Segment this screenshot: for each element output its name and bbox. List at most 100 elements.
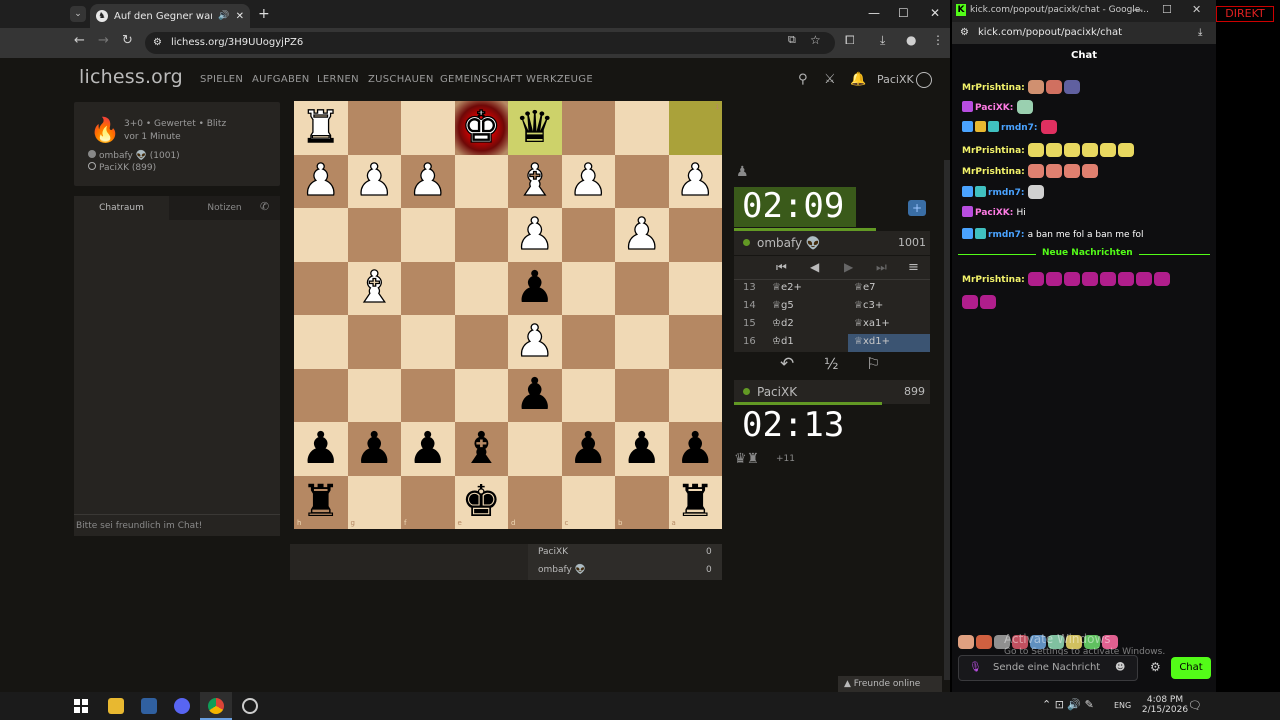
board-square[interactable]: [347, 208, 401, 262]
my-name[interactable]: PaciXK: [757, 385, 797, 399]
board-square[interactable]: [294, 315, 348, 369]
board-square[interactable]: [454, 208, 508, 262]
board-square[interactable]: [615, 261, 669, 315]
board-square[interactable]: ♜: [294, 475, 348, 529]
resign-flag-icon[interactable]: ⚐: [866, 354, 880, 373]
move-black[interactable]: ♕xa1+: [854, 318, 890, 329]
discord-icon[interactable]: [174, 698, 190, 714]
board-square[interactable]: [347, 101, 401, 155]
chat-send-input[interactable]: 🎙 Sende eine Nachricht ☻: [958, 655, 1138, 681]
bell-icon[interactable]: 🔔: [850, 72, 866, 87]
chat-username[interactable]: PaciXK:: [975, 103, 1017, 113]
chat-username[interactable]: rmdn7:: [1001, 123, 1041, 133]
reload-icon[interactable]: ↻: [122, 33, 133, 48]
black-pawn-icon[interactable]: ♟: [569, 426, 608, 471]
phone-icon[interactable]: ✆: [260, 200, 269, 213]
board-square[interactable]: ♝: [454, 422, 508, 476]
board-square[interactable]: ♟: [401, 422, 455, 476]
white-bishop-icon[interactable]: ♝: [514, 158, 555, 203]
board-square[interactable]: [347, 315, 401, 369]
board-square[interactable]: [454, 368, 508, 422]
board-square[interactable]: ♚: [454, 101, 508, 155]
board-square[interactable]: ♛: [508, 101, 562, 155]
board-square[interactable]: [668, 368, 722, 422]
board-square[interactable]: [668, 261, 722, 315]
board-square[interactable]: ♚: [454, 475, 508, 529]
chat-username[interactable]: PaciXK:: [975, 208, 1017, 218]
forward-arrow-icon[interactable]: →: [98, 33, 109, 48]
white-pawn-icon[interactable]: ♟: [514, 212, 555, 257]
board-square[interactable]: [668, 315, 722, 369]
board-square[interactable]: ♟: [668, 422, 722, 476]
prev-move-icon[interactable]: ◀: [810, 260, 819, 274]
black-bishop-icon[interactable]: ♝: [462, 426, 501, 471]
board-square[interactable]: ♟: [347, 154, 401, 208]
minimize-button[interactable]: —: [1132, 3, 1143, 16]
board-square[interactable]: ♜: [294, 101, 348, 155]
obs-icon[interactable]: [242, 698, 258, 714]
download-icon[interactable]: ⤓: [880, 33, 885, 48]
board-square[interactable]: ♟: [668, 154, 722, 208]
white-pawn-icon[interactable]: ♟: [354, 158, 395, 203]
black-king-icon[interactable]: ♚: [462, 480, 501, 524]
board-square[interactable]: ♝: [347, 261, 401, 315]
bookmark-star-icon[interactable]: ☆: [810, 33, 821, 47]
player2-line[interactable]: PaciXK (899): [88, 162, 156, 173]
menu-kebab-icon[interactable]: ⋮: [932, 33, 944, 47]
white-king-icon[interactable]: ♚: [461, 105, 502, 150]
add-time-button[interactable]: +: [908, 200, 926, 216]
board-square[interactable]: ♝: [508, 154, 562, 208]
white-pawn-icon[interactable]: ♟: [514, 319, 555, 364]
board-square[interactable]: ♟: [347, 422, 401, 476]
install-app-icon[interactable]: ⧉: [788, 33, 796, 47]
move-white[interactable]: ♔d1: [772, 336, 794, 347]
lichess-logo[interactable]: lichess.org: [79, 66, 183, 88]
board-square[interactable]: [508, 475, 562, 529]
black-pawn-icon[interactable]: ♟: [622, 426, 661, 471]
offer-draw-button[interactable]: ½: [824, 355, 839, 373]
board-square[interactable]: [401, 368, 455, 422]
move-white[interactable]: ♕g5: [772, 300, 794, 311]
chat-username[interactable]: MrPrishtina:: [962, 167, 1028, 177]
board-square[interactable]: [347, 368, 401, 422]
friends-online-button[interactable]: ▲ Freunde online: [838, 676, 942, 692]
chess-board[interactable]: ♜ ♚ ♛ ♟ ♟ ♟ ♝ ♟ ♟ ♟ ♟ ♝ ♟ ♟ ♟ ♟ ♟ ♟ ♝ ♟ ♟ ♟ ♜ ♚ ♜ h 1 g 2 f 3 e 4 d 5 c 6 b 7 a…: [294, 101, 722, 529]
nav-aufgaben[interactable]: AUFGABEN: [252, 74, 310, 85]
site-info-icon[interactable]: ⚙: [960, 22, 969, 44]
board-square[interactable]: ♟: [294, 422, 348, 476]
black-rook-icon[interactable]: ♜: [676, 480, 715, 524]
swords-icon[interactable]: ⚔: [824, 72, 836, 87]
search-icon[interactable]: ⚲: [798, 72, 808, 87]
site-info-icon[interactable]: ⚙: [153, 32, 162, 54]
opponent-name[interactable]: ombafy 👽: [757, 236, 821, 250]
black-pawn-icon[interactable]: ♟: [355, 426, 394, 471]
board-square[interactable]: ♟: [294, 154, 348, 208]
nav-zuschauen[interactable]: ZUSCHAUEN: [368, 74, 434, 85]
board-square[interactable]: [615, 101, 669, 155]
next-move-icon[interactable]: ▶: [844, 260, 853, 274]
nav-gemeinschaft[interactable]: GEMEINSCHAFT: [440, 74, 522, 85]
board-square[interactable]: ♟: [561, 422, 615, 476]
board-square[interactable]: [615, 368, 669, 422]
board-square[interactable]: ♟: [508, 208, 562, 262]
board-square[interactable]: [615, 315, 669, 369]
nav-lernen[interactable]: LERNEN: [317, 74, 359, 85]
close-window-button[interactable]: ✕: [1192, 3, 1201, 16]
white-pawn-icon[interactable]: ♟: [621, 212, 662, 257]
tab-search-button[interactable]: ⌄: [70, 6, 86, 22]
board-square[interactable]: [668, 208, 722, 262]
move-white[interactable]: ♕e2+: [772, 282, 802, 293]
app-icon[interactable]: [141, 698, 157, 714]
black-rook-icon[interactable]: ♜: [301, 480, 340, 524]
nav-spielen[interactable]: SPIELEN: [200, 74, 243, 85]
board-square[interactable]: [615, 475, 669, 529]
file-explorer-icon[interactable]: [108, 698, 124, 714]
board-square[interactable]: [668, 101, 722, 155]
settings-gear-icon[interactable]: ⚙: [1150, 660, 1161, 674]
chat-username[interactable]: rmdn7:: [988, 230, 1028, 240]
black-pawn-icon[interactable]: ♟: [676, 426, 715, 471]
maximize-button[interactable]: ☐: [1162, 3, 1172, 16]
page-scrollbar[interactable]: [944, 160, 950, 680]
first-move-icon[interactable]: ⏮: [776, 260, 787, 275]
board-square[interactable]: [561, 101, 615, 155]
